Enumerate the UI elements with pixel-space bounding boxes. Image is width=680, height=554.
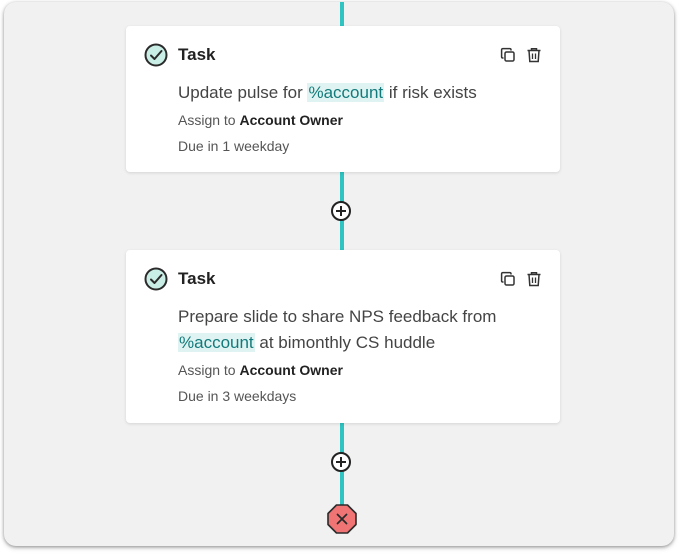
task-type-label: Task <box>178 269 216 288</box>
task-card[interactable]: Task Prepare slide to share NPS feedback… <box>126 250 560 423</box>
workflow-canvas: Task Update pulse for %account if risk e… <box>4 2 674 546</box>
assignee-name: Account Owner <box>239 112 343 128</box>
trash-icon[interactable] <box>526 47 542 63</box>
task-card[interactable]: Task Update pulse for %account if risk e… <box>126 26 560 172</box>
account-token: %account <box>307 83 385 102</box>
add-step-button[interactable] <box>331 452 351 472</box>
add-step-button[interactable] <box>331 201 351 221</box>
task-due-date: Due in 3 weekdays <box>178 388 297 404</box>
trash-icon[interactable] <box>526 271 542 287</box>
task-assignment: Assign to Account Owner <box>178 362 343 378</box>
task-type-label: Task <box>178 45 216 64</box>
task-description: Prepare slide to share NPS feedback from… <box>178 307 497 352</box>
account-token: %account <box>178 333 255 352</box>
check-circle-icon <box>144 43 168 67</box>
assignee-name: Account Owner <box>239 362 343 378</box>
copy-icon[interactable] <box>500 47 516 63</box>
task-due-date: Due in 1 weekday <box>178 138 290 154</box>
close-octagon-icon[interactable] <box>326 503 358 535</box>
connector-line <box>340 2 344 26</box>
task-description: Update pulse for %account if risk exists <box>178 83 477 102</box>
copy-icon[interactable] <box>500 271 516 287</box>
task-assignment: Assign to Account Owner <box>178 112 343 128</box>
check-circle-icon <box>144 267 168 291</box>
